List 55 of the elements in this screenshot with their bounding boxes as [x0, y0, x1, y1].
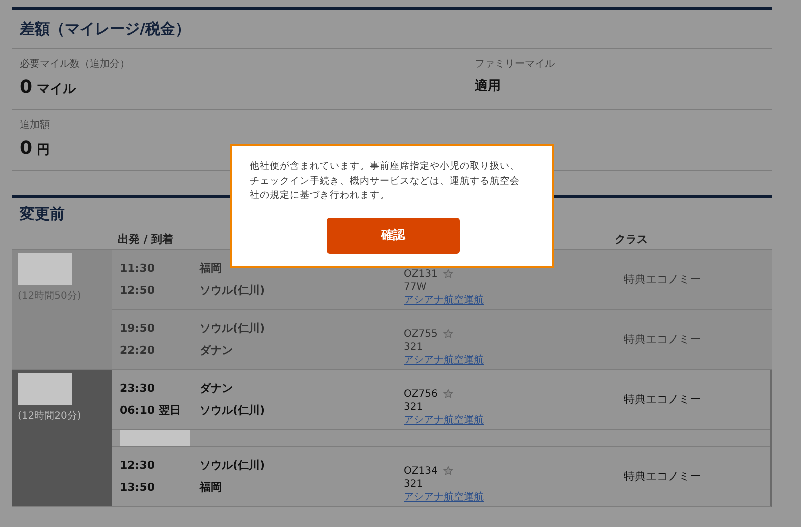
operator-link[interactable]: アシアナ航空運航: [404, 415, 484, 426]
star-icon: [442, 389, 454, 400]
arrival-city: ソウル(仁川): [200, 403, 266, 418]
departure-city: ソウル(仁川): [200, 458, 266, 473]
class-text: 特典エコノミー: [624, 392, 701, 407]
arrival-time: 22:20: [120, 344, 156, 357]
departure-time: 23:30: [120, 382, 156, 395]
operator-link[interactable]: アシアナ航空運航: [404, 295, 484, 306]
aircraft-type: 321: [404, 401, 424, 414]
aircraft-type: 321: [404, 478, 424, 491]
flight-number: OZ756: [404, 388, 438, 401]
field-label: ファミリーマイル: [475, 58, 556, 71]
departure-city: ダナン: [200, 381, 233, 396]
column-header: クラス: [615, 232, 648, 246]
arrival-city: 福岡: [200, 480, 222, 495]
amount-unit: マイル: [37, 82, 76, 97]
amount-value: 0: [20, 77, 33, 98]
section-title: 差額（マイレージ/税金）: [18, 19, 192, 40]
arrival-time: 12:50: [120, 284, 156, 297]
confirm-button[interactable]: 確認: [327, 218, 460, 254]
star-icon: [442, 329, 454, 340]
star-icon: [442, 269, 454, 280]
class-text: 特典エコノミー: [624, 469, 701, 484]
arrival-time: 13:50: [120, 481, 156, 494]
dialog-message: 他社便が含まれています。事前座席指定や小児の取り扱い、チェックイン手続き、機内サービスなどは、運航する航空会社の規定に基づき行われます。: [250, 160, 521, 203]
departure-city: 福岡: [200, 261, 222, 276]
flight-number: OZ131: [404, 268, 438, 281]
amount-value: 0: [20, 138, 33, 159]
arrival-time: 06:10 翌日: [120, 403, 182, 418]
flight-number: OZ755: [404, 328, 438, 341]
class-text: 特典エコノミー: [624, 332, 701, 347]
redacted-block: [120, 430, 190, 447]
departure-time: 19:50: [120, 322, 156, 335]
amount-unit: 円: [37, 143, 50, 158]
departure-city: ソウル(仁川): [200, 321, 266, 336]
field-value: 適用: [475, 78, 502, 95]
departure-time: 12:30: [120, 459, 156, 472]
operator-link[interactable]: アシアナ航空運航: [404, 355, 484, 366]
redacted-block: [18, 373, 72, 405]
operator-link[interactable]: アシアナ航空運航: [404, 492, 484, 503]
class-text: 特典エコノミー: [624, 272, 701, 287]
duration-text: (12時間20分): [18, 410, 82, 423]
aircraft-type: 321: [404, 341, 424, 354]
field-label: 必要マイル数（追加分）: [20, 58, 131, 71]
departure-time: 11:30: [120, 262, 156, 275]
field-label: 追加額: [20, 118, 51, 132]
itinerary-row[interactable]: (12時間20分) 23:30 ダナン 06:10 翌日 ソウル(仁川) OZ756 321 アシアナ航空運航 特典エコノミー 12:30 ソウル(仁川) 13:50 福岡 OZ134 321 アシアナ航空運航 特典エコノミー: [12, 370, 772, 507]
column-header: 出発 / 到着: [118, 232, 174, 246]
section-title: 変更前: [19, 204, 66, 225]
redacted-block: [18, 253, 72, 285]
arrival-city: ソウル(仁川): [200, 283, 266, 298]
arrival-city: ダナン: [200, 343, 233, 358]
star-icon: [442, 466, 454, 477]
flight-number: OZ134: [404, 465, 438, 478]
aircraft-type: 77W: [404, 281, 428, 294]
